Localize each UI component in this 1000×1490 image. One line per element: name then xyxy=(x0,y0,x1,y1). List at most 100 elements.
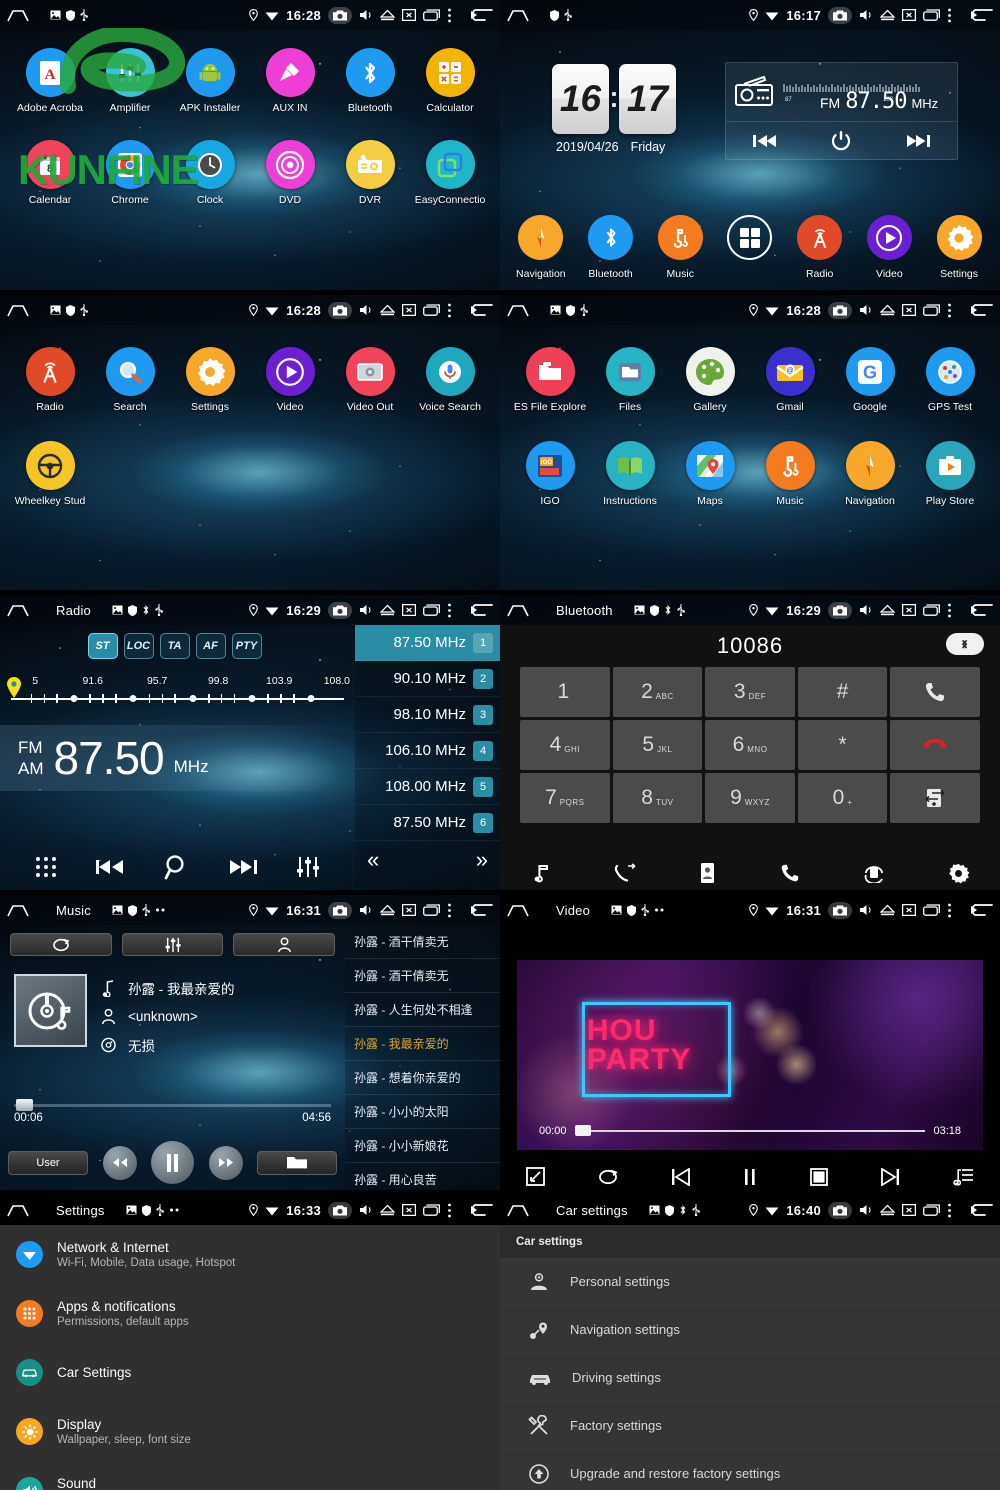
contacts-icon[interactable] xyxy=(699,862,718,884)
key-1[interactable]: 1 xyxy=(520,667,610,717)
key-8[interactable]: 8 TUV xyxy=(612,773,703,823)
app-gallery[interactable]: Gallery xyxy=(670,347,750,413)
overflow-menu-icon[interactable] xyxy=(947,903,952,918)
power-icon[interactable] xyxy=(830,130,852,152)
volume-icon[interactable] xyxy=(859,604,873,616)
camera-icon[interactable] xyxy=(828,601,852,619)
hangup-button[interactable] xyxy=(890,720,980,770)
back-icon[interactable] xyxy=(467,603,493,617)
camera-icon[interactable] xyxy=(828,1201,852,1219)
volume-icon[interactable] xyxy=(359,9,373,21)
app-video-out[interactable]: Video Out xyxy=(330,347,410,413)
screen-off-icon[interactable] xyxy=(402,904,416,916)
radio-button-loc[interactable]: LOC xyxy=(123,633,154,659)
dock-apps[interactable]: Apps xyxy=(719,215,781,282)
eject-icon[interactable] xyxy=(380,304,395,316)
settings-item-apps[interactable]: Apps & notifications Permissions, defaul… xyxy=(0,1284,500,1343)
screen-off-icon[interactable] xyxy=(902,9,916,21)
app-calculator[interactable]: Calculator xyxy=(410,48,490,114)
camera-icon[interactable] xyxy=(328,601,352,619)
recents-icon[interactable] xyxy=(923,9,940,21)
repeat-mode-button[interactable] xyxy=(10,933,112,956)
preset-item[interactable]: 90.10 MHz 2 xyxy=(355,661,500,697)
screen-off-icon[interactable] xyxy=(902,904,916,916)
sync-contacts-icon[interactable] xyxy=(863,863,885,883)
car-item-navigation-settings[interactable]: Navigation settings xyxy=(500,1306,1000,1354)
app-amplifier[interactable]: Amplifier xyxy=(90,48,170,114)
call-button[interactable] xyxy=(890,667,980,717)
dock-radio[interactable]: Radio xyxy=(789,215,851,282)
playlist-item[interactable]: 孙露 - 酒干倩卖无 xyxy=(345,959,500,993)
overflow-menu-icon[interactable] xyxy=(447,603,452,618)
music-icon[interactable] xyxy=(531,863,551,883)
recents-icon[interactable] xyxy=(423,904,440,916)
back-icon[interactable] xyxy=(467,903,493,917)
repeat-icon[interactable] xyxy=(597,1169,619,1185)
back-icon[interactable] xyxy=(967,603,993,617)
band-fm[interactable]: FM xyxy=(18,737,44,758)
playlist-item[interactable]: 孙露 - 小小的太阳 xyxy=(345,1095,500,1129)
camera-icon[interactable] xyxy=(328,1201,352,1219)
back-icon[interactable] xyxy=(967,8,993,22)
playlist-item[interactable]: 孙露 - 酒干倩卖无 xyxy=(345,925,500,959)
key-hash[interactable]: # xyxy=(797,667,888,717)
preset-grid-icon[interactable] xyxy=(35,856,57,878)
key-star[interactable]: * xyxy=(797,720,888,770)
recents-icon[interactable] xyxy=(423,604,440,616)
recents-icon[interactable] xyxy=(423,1204,440,1216)
app-instructions[interactable]: Instructions xyxy=(590,441,670,507)
home-icon[interactable] xyxy=(507,9,529,22)
radio-button-st[interactable]: ST xyxy=(87,633,118,659)
dialpad-call-icon[interactable] xyxy=(780,863,800,883)
seek-track[interactable] xyxy=(14,1099,331,1111)
camera-icon[interactable] xyxy=(828,901,852,919)
recents-icon[interactable] xyxy=(423,9,440,21)
settings-item-sound[interactable]: Sound Volume, vibration, Do Not Disturb xyxy=(0,1461,500,1490)
key-7[interactable]: 7 PQRS xyxy=(520,773,610,823)
equalizer-button[interactable] xyxy=(121,933,224,956)
playlist-item-current[interactable]: 孙露 - 我最亲爱的 xyxy=(345,1027,500,1061)
user-eq-button[interactable]: User xyxy=(8,1150,88,1175)
back-icon[interactable] xyxy=(467,1203,493,1217)
radio-widget[interactable]: 87 108 FM 87.50 MHz xyxy=(725,62,958,160)
app-files[interactable]: Files xyxy=(590,347,670,413)
rewind-button[interactable] xyxy=(102,1145,137,1180)
settings-list[interactable]: Network & Internet Wi-Fi, Mobile, Data u… xyxy=(0,1225,500,1490)
home-icon[interactable] xyxy=(7,1204,29,1217)
volume-icon[interactable] xyxy=(859,904,873,916)
key-4[interactable]: 4 GHI xyxy=(520,720,610,770)
app-settings[interactable]: Settings xyxy=(170,347,250,413)
home-icon[interactable] xyxy=(7,904,29,917)
app-music[interactable]: Music xyxy=(750,441,830,507)
dock-bluetooth[interactable]: Bluetooth xyxy=(580,215,642,282)
app-radio[interactable]: Radio xyxy=(10,347,90,413)
recents-icon[interactable] xyxy=(923,604,940,616)
app-bluetooth[interactable]: Bluetooth xyxy=(330,48,410,114)
radio-frequency-scale[interactable]: 5 91.6 95.7 99.8 103.9 108.0 xyxy=(7,675,350,707)
settings-item-display[interactable]: Display Wallpaper, sleep, font size xyxy=(0,1402,500,1461)
music-playlist[interactable]: 孙露 - 酒干倩卖无 孙露 - 酒干倩卖无 孙露 - 人生何处不相逢 孙露 - … xyxy=(345,925,500,1190)
radio-button-af[interactable]: AF xyxy=(195,633,226,659)
dock-video[interactable]: Video xyxy=(858,215,920,282)
home-icon[interactable] xyxy=(507,904,529,917)
preset-item[interactable]: 106.10 MHz 4 xyxy=(355,733,500,769)
app-dvr[interactable]: DVR xyxy=(330,140,410,206)
app-search[interactable]: Search xyxy=(90,347,170,413)
screen-off-icon[interactable] xyxy=(402,1204,416,1216)
dock-settings[interactable]: Settings xyxy=(928,215,990,282)
screen-off-icon[interactable] xyxy=(402,304,416,316)
overflow-menu-icon[interactable] xyxy=(947,8,952,23)
eject-icon[interactable] xyxy=(880,9,895,21)
band-selector[interactable]: FM AM xyxy=(18,737,44,780)
next-icon[interactable] xyxy=(880,1167,900,1186)
overflow-menu-icon[interactable] xyxy=(447,903,452,918)
dock-navigation[interactable]: Navigation xyxy=(510,215,572,282)
volume-icon[interactable] xyxy=(859,9,873,21)
volume-icon[interactable] xyxy=(359,604,373,616)
overflow-menu-icon[interactable] xyxy=(447,1203,452,1218)
gear-icon[interactable] xyxy=(948,863,969,884)
car-item-driving-settings[interactable]: Driving settings xyxy=(500,1354,1000,1402)
key-2[interactable]: 2 ABC xyxy=(612,667,703,717)
back-icon[interactable] xyxy=(467,303,493,317)
screen-off-icon[interactable] xyxy=(402,9,416,21)
